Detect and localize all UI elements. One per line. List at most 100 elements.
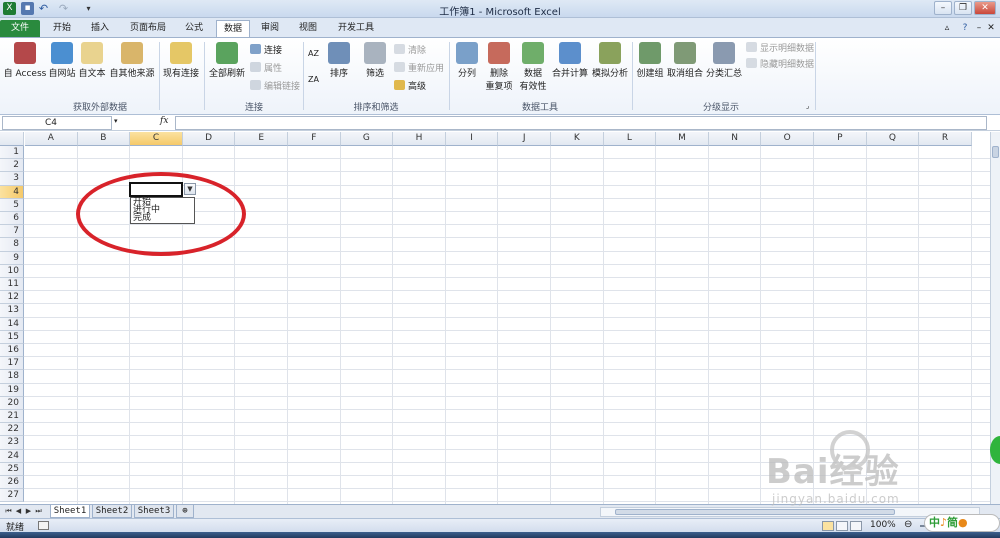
filter-button[interactable]: 筛选 xyxy=(362,42,388,79)
zoom-out-icon[interactable]: ⊖ xyxy=(904,519,912,530)
from-web-button[interactable]: 自网站 xyxy=(48,42,76,79)
consolidate-button[interactable]: 合并计算 xyxy=(550,42,590,79)
clear-button[interactable]: 清除 xyxy=(394,44,426,57)
row-header-21[interactable]: 21 xyxy=(0,410,24,424)
column-header-h[interactable]: H xyxy=(393,132,446,146)
column-header-j[interactable]: J xyxy=(498,132,551,146)
sheet-tab-sheet1[interactable]: Sheet1 xyxy=(50,505,90,518)
insert-sheet-icon[interactable]: ⊕ xyxy=(176,505,194,518)
row-header-10[interactable]: 10 xyxy=(0,264,24,278)
row-header-1[interactable]: 1 xyxy=(0,146,24,160)
edit-links-button[interactable]: 编辑链接 xyxy=(250,80,300,93)
row-header-4[interactable]: 4 xyxy=(0,185,24,199)
column-header-e[interactable]: E xyxy=(235,132,288,146)
column-header-c[interactable]: C xyxy=(130,132,183,146)
row-header-27[interactable]: 27 xyxy=(0,489,24,503)
column-header-n[interactable]: N xyxy=(708,132,762,146)
sheet-tab-sheet3[interactable]: Sheet3 xyxy=(134,505,174,518)
row-header-13[interactable]: 13 xyxy=(0,304,24,318)
reapply-button[interactable]: 重新应用 xyxy=(394,62,444,75)
column-header-g[interactable]: G xyxy=(340,132,394,146)
row-header-26[interactable]: 26 xyxy=(0,476,24,490)
sheet-tab-sheet2[interactable]: Sheet2 xyxy=(92,505,132,518)
column-header-p[interactable]: P xyxy=(814,132,867,146)
text-to-columns-button[interactable]: 分列 xyxy=(452,42,482,79)
outline-launcher-icon[interactable]: ⌟ xyxy=(806,100,809,112)
row-header-6[interactable]: 6 xyxy=(0,212,24,226)
minimize-button[interactable]: – xyxy=(934,1,952,15)
connections-button[interactable]: 连接 xyxy=(250,44,282,57)
column-header-o[interactable]: O xyxy=(761,132,814,146)
first-sheet-icon[interactable]: ⏮ xyxy=(4,506,13,517)
from-access-button[interactable]: 自 Access xyxy=(2,42,48,79)
row-header-23[interactable]: 23 xyxy=(0,436,24,450)
hide-detail-button[interactable]: 隐藏明细数据 xyxy=(746,58,814,71)
row-header-22[interactable]: 22 xyxy=(0,423,24,437)
data-validation-button[interactable]: 数据 有效性 xyxy=(516,42,550,92)
ribbon-collapse-icon[interactable]: ▵ xyxy=(940,20,954,37)
row-header-16[interactable]: 16 xyxy=(0,344,24,358)
properties-button[interactable]: 属性 xyxy=(250,62,282,75)
formula-input[interactable] xyxy=(175,116,987,130)
close-button[interactable]: ✕ xyxy=(974,1,996,15)
next-sheet-icon[interactable]: ▶ xyxy=(24,506,33,517)
row-header-11[interactable]: 11 xyxy=(0,278,24,292)
row-header-12[interactable]: 12 xyxy=(0,291,24,305)
what-if-analysis-button[interactable]: 模拟分析 xyxy=(590,42,630,79)
column-header-d[interactable]: D xyxy=(182,132,236,146)
scroll-thumb[interactable] xyxy=(992,146,999,158)
tab-insert[interactable]: 插入 xyxy=(84,20,116,37)
column-header-a[interactable]: A xyxy=(25,132,78,146)
column-header-l[interactable]: L xyxy=(603,132,657,146)
zoom-level[interactable]: 100% xyxy=(870,520,896,530)
column-header-q[interactable]: Q xyxy=(866,132,920,146)
from-other-sources-button[interactable]: 自其他来源 xyxy=(108,42,156,79)
page-break-view-icon[interactable] xyxy=(850,521,862,531)
existing-connections-button[interactable]: 现有连接 xyxy=(162,42,200,79)
row-header-15[interactable]: 15 xyxy=(0,330,24,344)
column-header-m[interactable]: M xyxy=(656,132,709,146)
help-icon[interactable]: ? xyxy=(958,20,972,37)
select-all-corner[interactable] xyxy=(0,132,24,146)
row-header-24[interactable]: 24 xyxy=(0,449,24,463)
row-header-18[interactable]: 18 xyxy=(0,370,24,384)
row-header-5[interactable]: 5 xyxy=(0,198,24,212)
row-header-25[interactable]: 25 xyxy=(0,462,24,476)
workbook-close-icon[interactable]: ✕ xyxy=(986,20,996,37)
row-header-9[interactable]: 9 xyxy=(0,251,24,265)
column-header-b[interactable]: B xyxy=(77,132,131,146)
ungroup-button[interactable]: 取消组合 xyxy=(666,42,704,79)
row-header-20[interactable]: 20 xyxy=(0,396,24,410)
row-header-14[interactable]: 14 xyxy=(0,317,24,331)
restore-button[interactable]: ❐ xyxy=(954,1,972,15)
column-header-r[interactable]: R xyxy=(919,132,972,146)
row-header-17[interactable]: 17 xyxy=(0,357,24,371)
tab-view[interactable]: 视图 xyxy=(292,20,324,37)
column-header-i[interactable]: I xyxy=(445,132,499,146)
column-header-k[interactable]: K xyxy=(551,132,604,146)
row-header-8[interactable]: 8 xyxy=(0,238,24,252)
tab-home[interactable]: 开始 xyxy=(46,20,78,37)
column-header-f[interactable]: F xyxy=(288,132,341,146)
last-sheet-icon[interactable]: ⏭ xyxy=(34,506,43,517)
sort-button[interactable]: 排序 xyxy=(326,42,352,79)
tab-page-layout[interactable]: 页面布局 xyxy=(122,20,174,37)
tab-review[interactable]: 审阅 xyxy=(254,20,286,37)
row-header-7[interactable]: 7 xyxy=(0,225,24,239)
page-layout-view-icon[interactable] xyxy=(836,521,848,531)
tab-data[interactable]: 数据 xyxy=(216,20,250,37)
prev-sheet-icon[interactable]: ◀ xyxy=(14,506,23,517)
normal-view-icon[interactable] xyxy=(822,521,834,531)
tab-developer[interactable]: 开发工具 xyxy=(330,20,382,37)
macro-record-icon[interactable] xyxy=(38,521,49,530)
insert-function-icon[interactable]: fx xyxy=(160,116,168,126)
row-header-19[interactable]: 19 xyxy=(0,383,24,397)
subtotal-button[interactable]: 分类汇总 xyxy=(704,42,744,79)
group-button[interactable]: 创建组 xyxy=(634,42,666,79)
remove-duplicates-button[interactable]: 删除 重复项 xyxy=(482,42,516,92)
sort-az-button[interactable]: AZ xyxy=(308,48,319,60)
from-text-button[interactable]: 自文本 xyxy=(78,42,106,79)
workbook-minimize-icon[interactable]: – xyxy=(974,20,984,37)
row-header-3[interactable]: 3 xyxy=(0,172,24,186)
name-box-dropdown-icon[interactable]: ▾ xyxy=(114,117,118,125)
